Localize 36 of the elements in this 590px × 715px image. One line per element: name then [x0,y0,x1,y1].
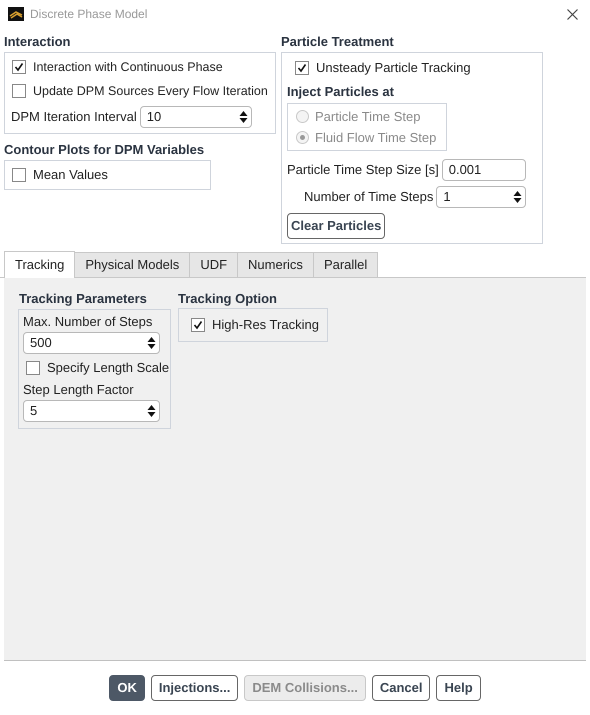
clear-particles-button[interactable]: Clear Particles [287,213,386,239]
dialog-button[interactable]: OK [109,675,145,701]
radio-label: Fluid Flow Time Step [315,128,436,147]
tab[interactable]: Physical Models [74,252,190,277]
section-title: Tracking Option [178,290,278,308]
dialog-button[interactable]: Help [436,675,481,701]
window-title: Discrete Phase Model [30,6,148,23]
checkbox-label: Specify Length Scale [47,359,170,378]
checkbox-label: Mean Values [33,166,108,184]
tab[interactable]: Parallel [312,252,378,277]
section-title: Particle Treatment [281,33,395,51]
section-title: Tracking Parameters [19,290,148,308]
dialog-button[interactable]: Cancel [372,675,430,701]
tab[interactable]: Numerics [237,252,314,277]
checkbox-label: Update DPM Sources Every Flow Iteration [33,82,268,100]
field-label: Number of Time Steps [304,188,434,206]
section-title: Interaction [4,33,72,51]
section-title: Inject Particles at [287,83,395,101]
spinner-field[interactable]: 1 [436,186,526,208]
section-title: Contour Plots for DPM Variables [4,141,206,159]
dialog-button[interactable]: Injections... [150,675,238,701]
text-field[interactable]: 0.001 [442,159,526,181]
spinner-field[interactable]: 10 [140,106,252,128]
checkbox-label: Interaction with Continuous Phase [33,58,223,76]
checkbox-label: Unsteady Particle Tracking [316,59,471,78]
field-label: Max. Number of Steps [23,313,154,331]
checkbox-label: High-Res Tracking [212,316,319,334]
field-label: DPM Iteration Interval [11,108,137,126]
spinner-field[interactable]: 5 [23,400,160,422]
spinner-field[interactable]: 500 [23,332,160,354]
tab[interactable]: Tracking [4,251,76,278]
dialog-button: DEM Collisions... [244,675,366,701]
radio-label: Particle Time Step [315,108,420,126]
field-label: Particle Time Step Size [s] [287,161,439,180]
tab[interactable]: UDF [189,252,238,277]
field-label: Step Length Factor [23,381,135,399]
